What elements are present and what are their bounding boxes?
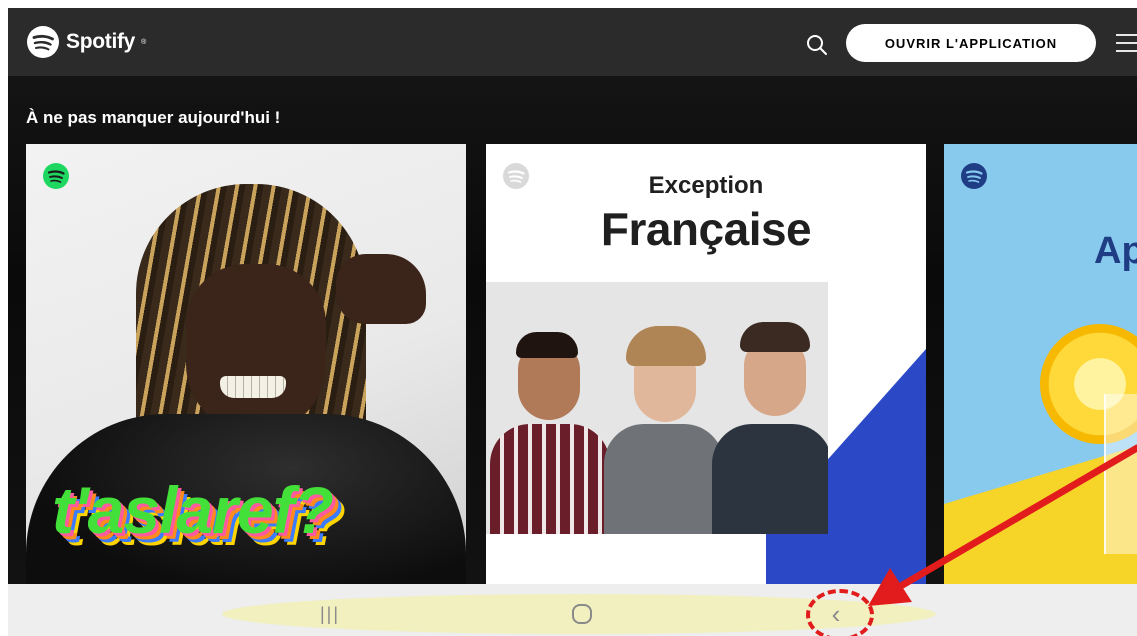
- cover-photo: [486, 282, 828, 534]
- spotify-badge-icon: [43, 163, 69, 189]
- open-app-button[interactable]: OUVRIR L'APPLICATION: [846, 24, 1096, 62]
- recent-apps-glyph: |||: [319, 603, 341, 624]
- hamburger-menu-icon[interactable]: [1114, 28, 1137, 58]
- spotify-badge-icon: [961, 163, 987, 189]
- cover-art-face: [186, 264, 326, 434]
- back-chevron-icon[interactable]: ‹: [816, 600, 856, 628]
- recent-apps-icon[interactable]: |||: [310, 600, 350, 628]
- cover-person: [486, 282, 610, 534]
- cover-person: [604, 282, 724, 534]
- spotify-badge-icon: [503, 163, 529, 189]
- top-bar: Spotify ® OUVRIR L'APPLICATION: [8, 8, 1137, 76]
- section-title: À ne pas manquer aujourd'hui !: [26, 108, 281, 127]
- phone-screen: Spotify ® OUVRIR L'APPLICATION À ne pas m…: [0, 0, 1137, 636]
- playlist-card-tas-la-ref[interactable]: t'aslaref?: [26, 144, 466, 584]
- home-icon[interactable]: [562, 600, 602, 628]
- spotify-logo-icon: [27, 26, 59, 58]
- brand-name: Spotify: [66, 30, 136, 53]
- cover-title-line2: Française: [600, 203, 812, 255]
- cover-title-partial: Ap: [1094, 230, 1137, 272]
- cover-person: [712, 282, 828, 534]
- playlist-card-partial[interactable]: Ap: [944, 144, 1137, 584]
- cover-text: t'aslaref?: [52, 473, 334, 547]
- cover-title-line1: Exception: [648, 172, 764, 199]
- cover-art-hand: [336, 254, 426, 324]
- main-content: À ne pas manquer aujourd'hui ! t'aslaref…: [8, 76, 1137, 584]
- home-shape: [572, 604, 592, 624]
- spotify-logo[interactable]: Spotify ®: [26, 24, 146, 60]
- back-glyph: ‹: [831, 599, 841, 629]
- cover-art-grill: [220, 376, 286, 398]
- playlist-card-exception-francaise[interactable]: Exception Française: [486, 144, 926, 584]
- cover-glass: [1104, 394, 1137, 554]
- search-icon[interactable]: [804, 32, 830, 58]
